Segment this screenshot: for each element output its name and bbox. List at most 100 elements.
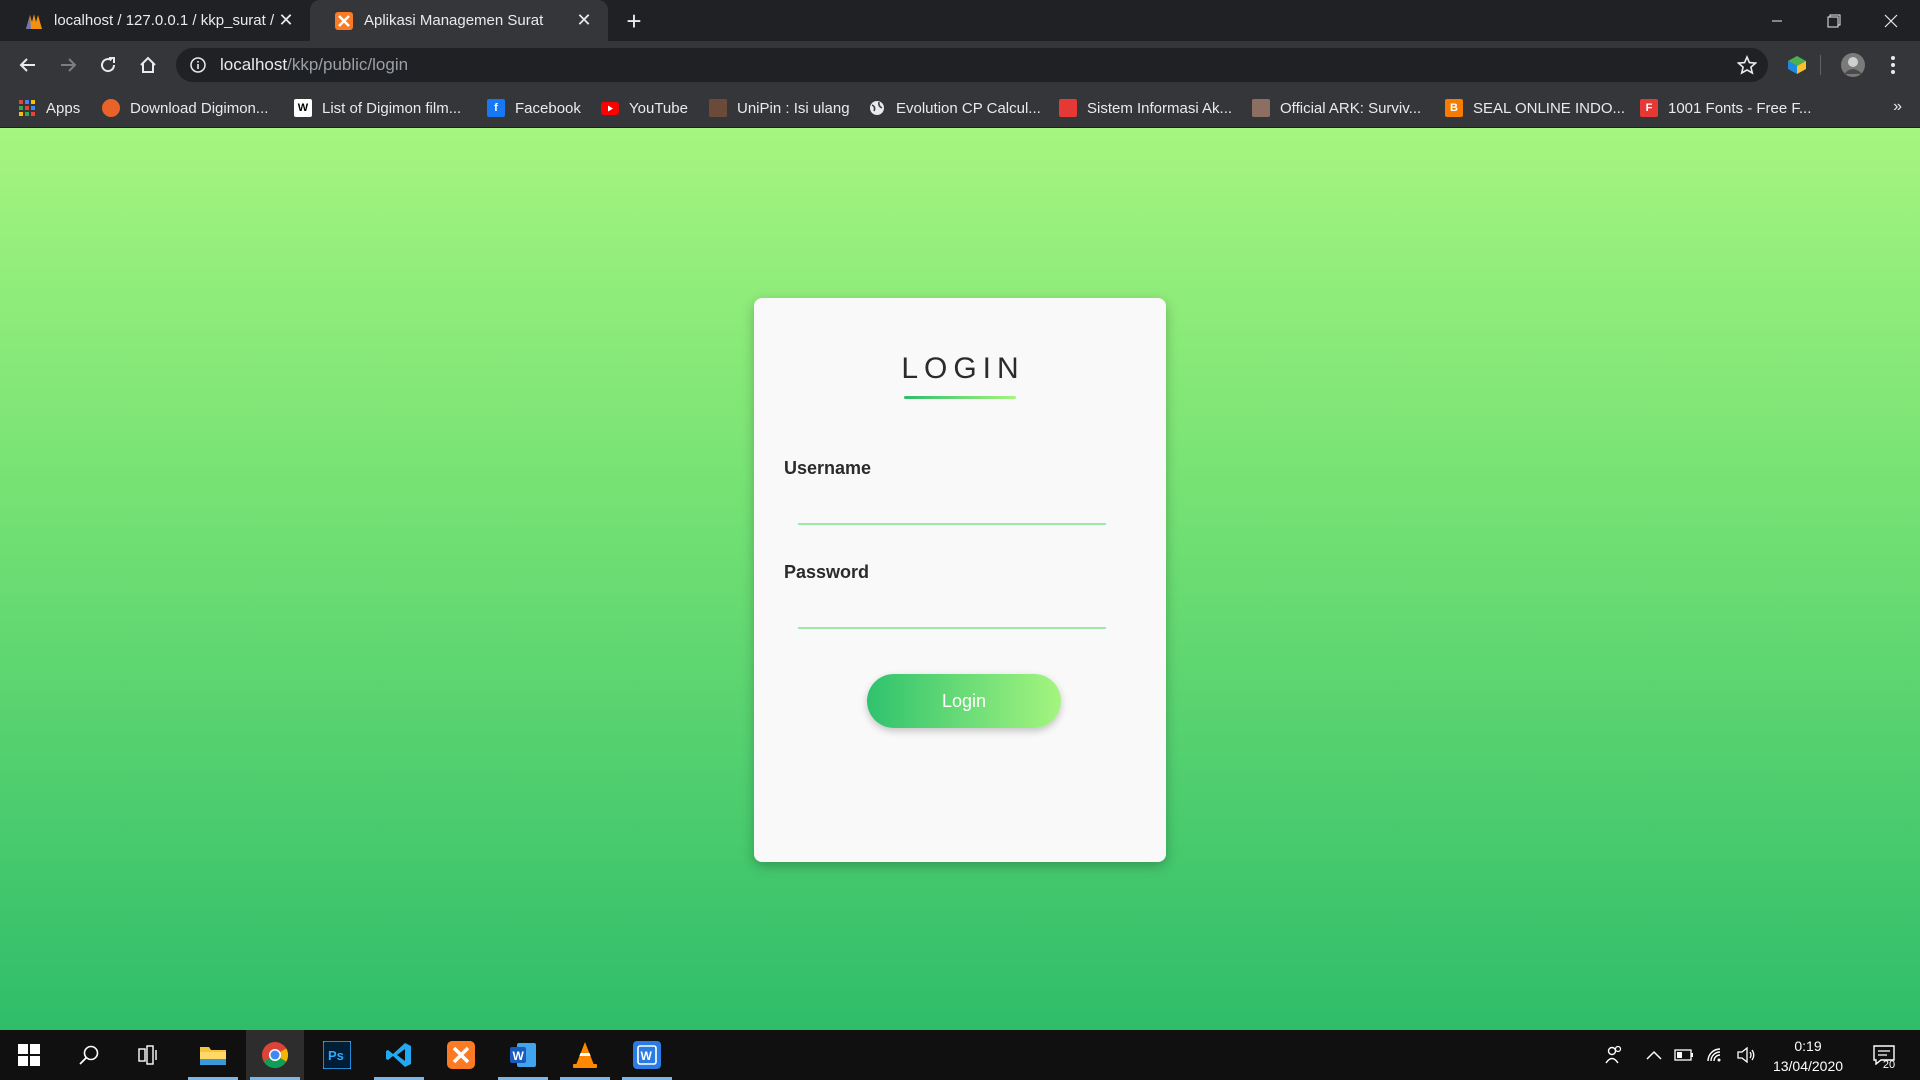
url-host: localhost — [220, 55, 288, 74]
arrow-right-icon — [61, 58, 77, 72]
bookmark-youtube[interactable]: YouTube — [601, 96, 688, 120]
reload-button[interactable] — [92, 49, 124, 81]
close-tab-icon[interactable]: ✕ — [276, 10, 296, 31]
vscode-icon — [386, 1043, 411, 1067]
close-window-button[interactable] — [1863, 0, 1919, 41]
battery-icon[interactable] — [1670, 1030, 1698, 1080]
heading-underline — [904, 396, 1016, 399]
fonts-icon: F — [1640, 99, 1658, 117]
password-label: Password — [784, 562, 870, 582]
word-button[interactable]: W — [494, 1030, 552, 1080]
password-field[interactable] — [798, 595, 1106, 629]
windows-logo-icon — [18, 1044, 40, 1066]
photoshop-button[interactable]: Ps — [308, 1030, 366, 1080]
task-view-button[interactable] — [120, 1030, 178, 1080]
username-field[interactable] — [798, 491, 1106, 525]
svg-text:Ps: Ps — [328, 1048, 344, 1063]
toolbar-separator — [1820, 55, 1821, 75]
vlc-cone-icon — [573, 1042, 597, 1068]
close-tab-icon[interactable]: ✕ — [574, 10, 594, 31]
bookmark-label: UniPin : Isi ulang — [737, 99, 850, 117]
tab-title: localhost / 127.0.0.1 / kkp_surat / — [54, 12, 275, 29]
bookmark-unipin[interactable]: UniPin : Isi ulang — [709, 96, 850, 120]
arrow-left-icon — [19, 58, 35, 72]
login-button[interactable]: Login — [867, 674, 1061, 728]
home-button[interactable] — [132, 49, 164, 81]
word-icon: W — [510, 1043, 536, 1067]
minimize-button[interactable] — [1749, 0, 1805, 41]
profile-avatar[interactable] — [1838, 50, 1868, 80]
bookmarks-overflow-icon[interactable]: » — [1893, 98, 1902, 116]
chrome-icon — [262, 1042, 289, 1069]
bookmark-1001-fonts[interactable]: F 1001 Fonts - Free F... — [1640, 96, 1811, 120]
start-button[interactable] — [0, 1030, 58, 1080]
facebook-icon: f — [487, 99, 505, 117]
bookmark-label: Sistem Informasi Ak... — [1087, 99, 1233, 117]
wikipedia-icon: W — [294, 99, 312, 117]
menu-kebab-icon[interactable] — [1878, 50, 1908, 80]
browser-tab-strip: localhost / 127.0.0.1 / kkp_surat / ✕ Ap… — [0, 0, 1920, 41]
tab-title: Aplikasi Managemen Surat — [364, 12, 544, 29]
xampp-icon — [334, 11, 354, 31]
search-button[interactable] — [60, 1030, 118, 1080]
extension-icon[interactable] — [1782, 50, 1812, 80]
browser-toolbar: localhost/kkp/public/login — [0, 41, 1920, 88]
new-tab-button[interactable]: + — [620, 6, 648, 36]
url-text: localhost/kkp/public/login — [220, 55, 408, 75]
bookmark-label: SEAL ONLINE INDO... — [1473, 99, 1625, 117]
taskbar-clock[interactable]: 0:19 13/04/2020 — [1760, 1036, 1856, 1076]
chevron-up-icon[interactable] — [1640, 1030, 1668, 1080]
bookmark-download-digimon[interactable]: Download Digimon... — [102, 96, 268, 120]
bookmark-list-of-digimon[interactable]: W List of Digimon film... — [294, 96, 461, 120]
bookmark-label: Evolution CP Calcul... — [896, 99, 1041, 117]
sia-icon — [1059, 99, 1077, 117]
tab-aplikasi-managemen-surat[interactable]: Aplikasi Managemen Surat ✕ — [310, 0, 608, 41]
volume-icon[interactable] — [1732, 1030, 1760, 1080]
notification-count: 20 — [1882, 1059, 1896, 1071]
folder-icon — [200, 1047, 226, 1065]
bookmark-star-icon[interactable] — [1736, 54, 1758, 76]
people-icon[interactable] — [1598, 1030, 1630, 1080]
login-card: LOGIN Username Password Login — [754, 298, 1166, 862]
bookmark-label: 1001 Fonts - Free F... — [1668, 99, 1812, 117]
info-icon[interactable] — [188, 55, 208, 75]
file-explorer-button[interactable] — [184, 1030, 242, 1080]
windows-taskbar: Ps W W 0:19 13/04/2020 20 — [0, 1030, 1920, 1080]
back-button[interactable] — [12, 49, 44, 81]
blogger-icon: B — [1445, 99, 1463, 117]
task-view-icon — [138, 1045, 157, 1065]
bookmark-sistem-informasi[interactable]: Sistem Informasi Ak... — [1059, 96, 1232, 120]
bookmark-evolution-cp[interactable]: Evolution CP Calcul... — [868, 96, 1041, 120]
bookmarks-bar: Apps Download Digimon... W List of Digim… — [0, 88, 1920, 128]
xampp-icon — [447, 1041, 475, 1069]
vlc-button[interactable] — [556, 1030, 614, 1080]
tab-phpmyadmin[interactable]: localhost / 127.0.0.1 / kkp_surat / ✕ — [0, 0, 310, 41]
xampp-button[interactable] — [432, 1030, 490, 1080]
vscode-button[interactable] — [370, 1030, 428, 1080]
svg-text:W: W — [513, 1049, 525, 1063]
bookmark-seal-online[interactable]: B SEAL ONLINE INDO... — [1445, 96, 1625, 120]
restore-button[interactable] — [1806, 0, 1862, 41]
bookmark-apps[interactable]: Apps — [18, 96, 80, 120]
clock-date: 13/04/2020 — [1772, 1058, 1844, 1074]
wifi-icon[interactable] — [1702, 1030, 1730, 1080]
url-path: /kkp/public/login — [287, 55, 409, 74]
digimon-icon — [102, 99, 120, 117]
bookmark-label: Apps — [46, 99, 81, 117]
chrome-button[interactable] — [246, 1030, 304, 1080]
bookmark-facebook[interactable]: f Facebook — [487, 96, 581, 120]
login-heading: LOGIN — [901, 352, 1025, 385]
photoshop-icon: Ps — [323, 1041, 351, 1069]
bookmark-label: YouTube — [629, 99, 688, 117]
bookmark-official-ark[interactable]: Official ARK: Surviv... — [1252, 96, 1421, 120]
address-bar[interactable]: localhost/kkp/public/login — [176, 48, 1768, 82]
username-label: Username — [784, 458, 872, 478]
unipin-icon — [709, 99, 727, 117]
wps-writer-icon: W — [633, 1041, 661, 1069]
globe-icon — [868, 99, 886, 117]
wps-writer-button[interactable]: W — [618, 1030, 676, 1080]
search-icon — [79, 1045, 99, 1065]
home-icon — [140, 56, 156, 73]
forward-button[interactable] — [52, 49, 84, 81]
bookmark-label: Facebook — [515, 99, 581, 117]
